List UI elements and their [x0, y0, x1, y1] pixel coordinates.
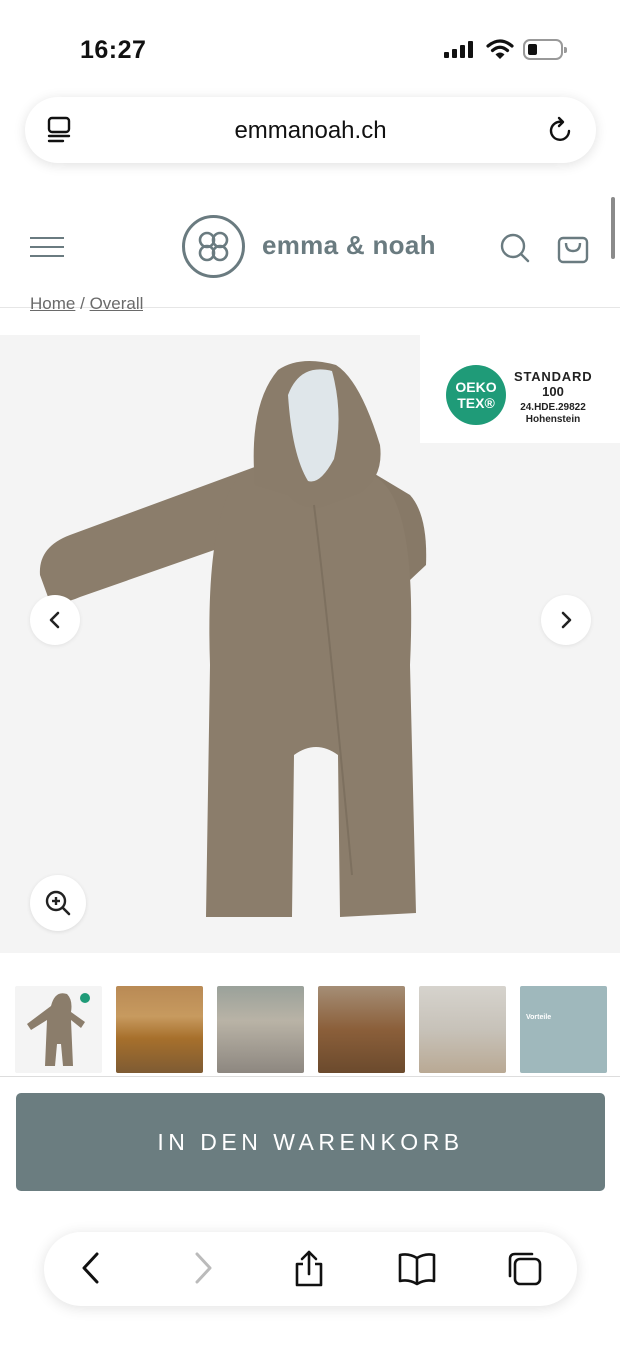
- chevron-right-icon: [561, 611, 572, 629]
- thumbnail-product[interactable]: [15, 986, 102, 1073]
- forward-icon[interactable]: [190, 1250, 216, 1291]
- thumbnail-info[interactable]: Vorteile: [520, 986, 607, 1073]
- zoom-in-icon: [45, 890, 71, 916]
- battery-icon: [523, 39, 567, 60]
- share-icon[interactable]: [292, 1250, 326, 1293]
- thumbnail-strip: Vorteile: [15, 986, 620, 1074]
- thumbnail-photo[interactable]: [419, 986, 506, 1073]
- thumbnail-info-title: Vorteile: [526, 1014, 552, 1021]
- tabs-icon[interactable]: [506, 1250, 544, 1293]
- oeko-tex-badge: OEKO TEX®: [446, 365, 506, 425]
- status-time: 16:27: [80, 36, 147, 64]
- logo-icon[interactable]: [182, 215, 245, 278]
- product-image[interactable]: OEKO TEX® STANDARD 100 24.HDE.29822 Hohe…: [0, 335, 620, 953]
- oeko-badge-line1: OEKO: [455, 379, 497, 395]
- add-to-cart-button[interactable]: IN DEN WARENKORB: [16, 1093, 605, 1191]
- thumbnail-photo[interactable]: [217, 986, 304, 1073]
- oeko-number: 100: [542, 384, 564, 399]
- signal-icon: [444, 40, 473, 58]
- logo-text[interactable]: emma & noah: [262, 230, 436, 261]
- oeko-badge-line2: TEX®: [457, 395, 495, 411]
- oeko-institute: Hohenstein: [525, 414, 581, 425]
- reload-icon[interactable]: [548, 115, 574, 150]
- back-icon[interactable]: [78, 1250, 104, 1291]
- cart-icon[interactable]: [556, 230, 590, 269]
- next-image-button[interactable]: [541, 595, 591, 645]
- status-bar: 16:27: [0, 0, 620, 95]
- wifi-icon: [486, 38, 514, 65]
- breadcrumb-separator: /: [80, 294, 85, 313]
- chevron-left-icon: [49, 611, 60, 629]
- site-header: emma & noah: [0, 190, 620, 308]
- oeko-standard: STANDARD: [514, 369, 593, 384]
- address-bar[interactable]: emmanoah.ch: [25, 97, 596, 163]
- oeko-code: 24.HDE.29822: [520, 402, 586, 413]
- bookmarks-icon[interactable]: [398, 1250, 436, 1291]
- hamburger-icon[interactable]: [30, 235, 66, 259]
- breadcrumb-current[interactable]: Overall: [90, 294, 144, 313]
- breadcrumb: Home / Overall: [30, 294, 143, 314]
- prev-image-button[interactable]: [30, 595, 80, 645]
- browser-toolbar: [44, 1232, 577, 1306]
- zoom-button[interactable]: [30, 875, 86, 931]
- thumbnail-photo[interactable]: [116, 986, 203, 1073]
- oeko-tex-label: OEKO TEX® STANDARD 100 24.HDE.29822 Hohe…: [420, 335, 620, 443]
- thumbnail-photo[interactable]: [318, 986, 405, 1073]
- divider: [0, 1076, 620, 1077]
- breadcrumb-home[interactable]: Home: [30, 294, 75, 313]
- search-icon[interactable]: [499, 232, 531, 269]
- url-text[interactable]: emmanoah.ch: [25, 117, 596, 145]
